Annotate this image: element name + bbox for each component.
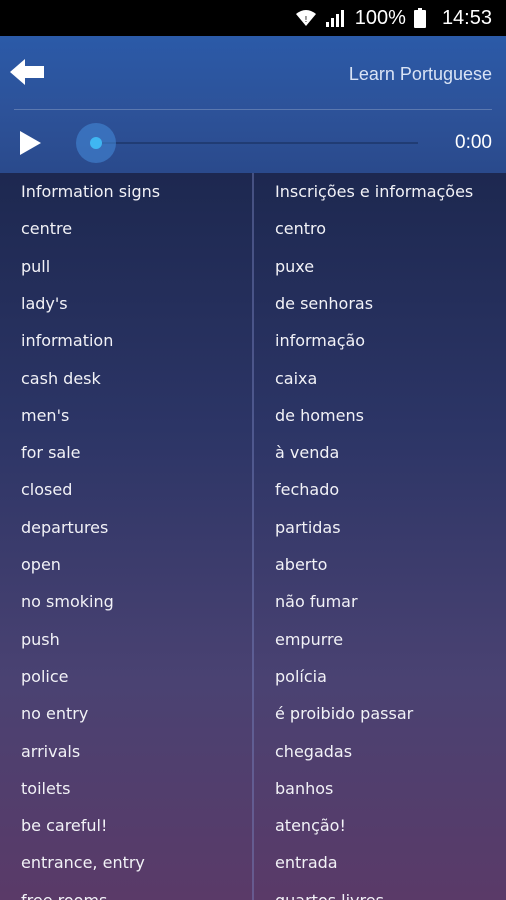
- phrase-row[interactable]: be careful! atenção!: [0, 807, 506, 844]
- phrase-portuguese: à venda: [275, 443, 340, 463]
- phrase-row[interactable]: no entry é proibido passar: [0, 695, 506, 732]
- phrase-english: centre: [21, 219, 73, 239]
- phrase-row[interactable]: push empurre: [0, 621, 506, 658]
- phrase-english: open: [21, 555, 61, 574]
- phrase-portuguese: caixa: [275, 368, 318, 388]
- phrase-row[interactable]: cash desk caixa: [0, 360, 506, 397]
- phrase-portuguese: partidas: [275, 517, 341, 537]
- page-title: Learn Portuguese: [348, 64, 492, 84]
- phrase-english: no smoking: [21, 592, 114, 612]
- phrase-portuguese: quartos livres: [275, 882, 384, 900]
- phrase-english: pull: [21, 256, 51, 276]
- phrase-portuguese: entrada: [275, 853, 338, 873]
- header-divider: [14, 109, 492, 110]
- phrase-row[interactable]: no smoking não fumar: [0, 583, 506, 620]
- clock: 14:53: [441, 6, 492, 29]
- svg-text:!: !: [304, 15, 307, 24]
- phrase-portuguese: informação: [275, 331, 366, 351]
- wifi-icon: !: [295, 9, 317, 27]
- battery-percent: 100%: [354, 6, 406, 29]
- phrase-english: free rooms: [21, 882, 107, 900]
- play-icon: [16, 131, 44, 162]
- phrase-row[interactable]: toilets banhos: [0, 770, 506, 807]
- phrase-portuguese: empurre: [275, 629, 344, 649]
- phrase-row[interactable]: Information signs Inscrições e informaçõe…: [0, 173, 506, 210]
- phrase-portuguese: aberto: [275, 555, 328, 574]
- back-button[interactable]: [6, 56, 48, 92]
- phrase-row[interactable]: free rooms quartos livres: [0, 882, 506, 900]
- app-header: Learn Portuguese 0:00: [0, 36, 506, 173]
- seek-knob[interactable]: [76, 123, 116, 163]
- phrase-portuguese: centro: [275, 219, 327, 239]
- phrase-row[interactable]: closed fechado: [0, 471, 506, 508]
- phrase-portuguese: chegadas: [275, 741, 353, 761]
- battery-icon: [413, 8, 426, 28]
- phrase-list: Information signs Inscrições e informaçõe…: [0, 173, 506, 900]
- phrase-english: Information signs: [21, 182, 161, 201]
- phrase-english: departures: [21, 517, 109, 537]
- phrase-english: men's: [21, 405, 70, 425]
- arrow-left-icon: [8, 57, 46, 91]
- phrase-english: push: [21, 629, 60, 649]
- phrase-row[interactable]: centre centro: [0, 210, 506, 247]
- phrase-row[interactable]: arrivals chegadas: [0, 733, 506, 770]
- phrase-portuguese: não fumar: [275, 592, 358, 612]
- phrase-english: toilets: [21, 778, 71, 798]
- phrase-english: arrivals: [21, 741, 81, 761]
- playback-time: 0:00: [455, 132, 492, 153]
- phrase-portuguese: de senhoras: [275, 293, 374, 313]
- phrase-english: police: [21, 666, 69, 686]
- phrase-row[interactable]: for sale à venda: [0, 434, 506, 471]
- phrase-english: be careful!: [21, 816, 108, 836]
- phrase-english: closed: [21, 480, 73, 500]
- phrase-portuguese: é proibido passar: [275, 704, 414, 724]
- phrase-portuguese: atenção!: [275, 816, 346, 836]
- phrase-row[interactable]: pull puxe: [0, 248, 506, 285]
- phrase-row[interactable]: departures partidas: [0, 509, 506, 546]
- phrase-english: cash desk: [21, 368, 101, 388]
- phrase-english: for sale: [21, 443, 81, 463]
- phrase-portuguese: polícia: [275, 666, 327, 686]
- phrase-portuguese: puxe: [275, 256, 315, 276]
- phrase-row[interactable]: lady's de senhoras: [0, 285, 506, 322]
- phrase-english: information: [21, 331, 114, 351]
- phrase-portuguese: fechado: [275, 480, 340, 500]
- seek-track[interactable]: [96, 142, 418, 144]
- phrase-row[interactable]: open aberto: [0, 546, 506, 583]
- phrase-row[interactable]: men's de homens: [0, 397, 506, 434]
- signal-icon: [325, 9, 345, 27]
- status-bar: ! 100% 14:53: [0, 0, 506, 36]
- play-button[interactable]: [16, 128, 48, 158]
- phrase-row[interactable]: information informação: [0, 322, 506, 359]
- phrase-portuguese: de homens: [275, 405, 364, 425]
- phrase-english: lady's: [21, 293, 68, 313]
- phrase-english: entrance, entry: [21, 853, 145, 873]
- phrase-row[interactable]: police polícia: [0, 658, 506, 695]
- phrase-row[interactable]: entrance, entry entrada: [0, 844, 506, 881]
- phrase-portuguese: banhos: [275, 778, 334, 798]
- phrase-portuguese: Inscrições e informações: [275, 182, 474, 201]
- seek-knob-dot: [90, 137, 102, 149]
- phrase-english: no entry: [21, 704, 89, 724]
